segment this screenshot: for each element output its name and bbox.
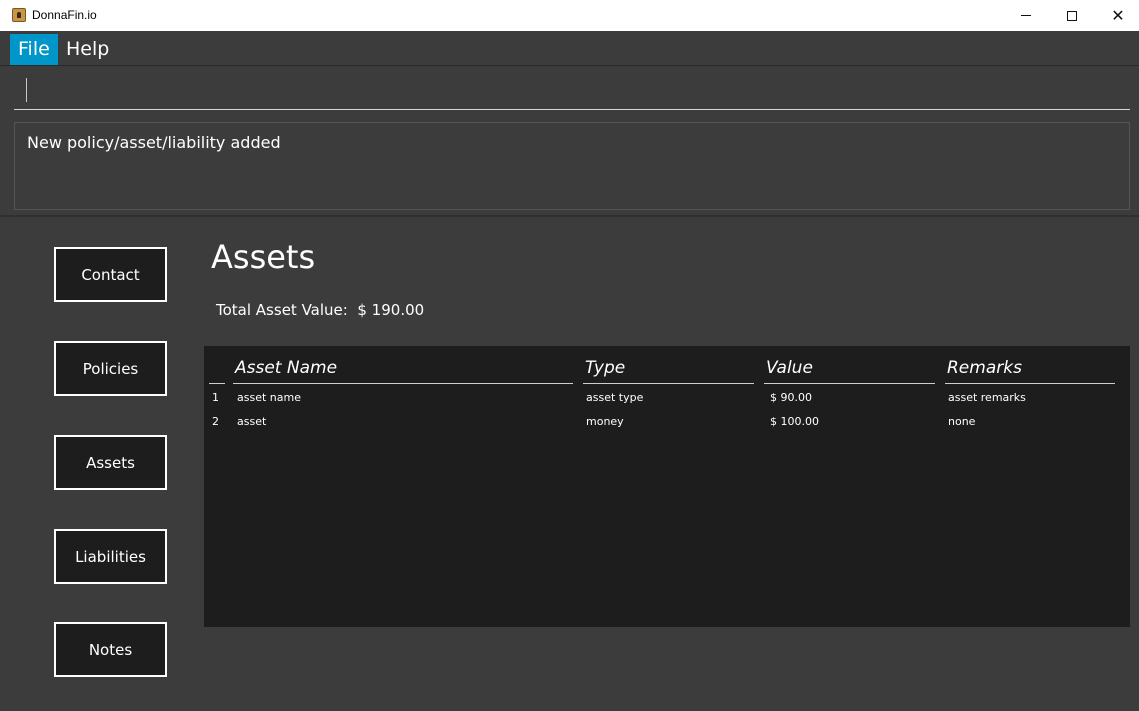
menu-bar: File Help: [0, 31, 1139, 66]
row-index: 2: [212, 415, 219, 428]
page-title: Assets: [211, 238, 316, 276]
minimize-button[interactable]: [1003, 0, 1049, 31]
menu-file[interactable]: File: [10, 34, 58, 65]
maximize-button[interactable]: [1049, 0, 1095, 31]
column-header-type[interactable]: Type: [583, 358, 754, 384]
table-row[interactable]: 2 asset money $ 100.00 none: [204, 410, 1130, 434]
cell-type: asset type: [586, 391, 644, 404]
cell-type: money: [586, 415, 624, 428]
cell-asset-name: asset name: [237, 391, 301, 404]
liabilities-button[interactable]: Liabilities: [54, 529, 167, 584]
assets-button[interactable]: Assets: [54, 435, 167, 490]
command-input[interactable]: [30, 76, 1120, 104]
row-index: 1: [212, 391, 219, 404]
result-message: New policy/asset/liability added: [27, 133, 281, 152]
text-caret: [26, 78, 27, 102]
close-icon: ✕: [1111, 5, 1125, 25]
cell-remarks: asset remarks: [948, 391, 1026, 404]
section-divider: [0, 215, 1139, 217]
policies-button[interactable]: Policies: [54, 341, 167, 396]
column-header-index: [209, 358, 225, 384]
command-box: [14, 70, 1130, 110]
cell-value: $ 100.00: [770, 415, 819, 428]
maximize-icon: [1067, 10, 1077, 21]
title-bar: DonnaFin.io ✕: [0, 0, 1139, 31]
window-title: DonnaFin.io: [32, 8, 97, 22]
close-button[interactable]: ✕: [1095, 0, 1139, 31]
total-asset-value: Total Asset Value: $ 190.00: [216, 301, 424, 319]
total-value: $ 190.00: [357, 301, 425, 319]
assets-table: Asset Name Type Value Remarks 1 asset na…: [204, 346, 1130, 627]
result-display: New policy/asset/liability added: [14, 122, 1130, 210]
cell-value: $ 90.00: [770, 391, 812, 404]
table-row[interactable]: 1 asset name asset type $ 90.00 asset re…: [204, 386, 1130, 410]
minimize-icon: [1021, 15, 1031, 16]
contact-button[interactable]: Contact: [54, 247, 167, 302]
column-header-asset-name[interactable]: Asset Name: [233, 358, 573, 384]
notes-button[interactable]: Notes: [54, 622, 167, 677]
menu-help[interactable]: Help: [58, 34, 117, 65]
total-label: Total Asset Value:: [216, 301, 348, 319]
app-icon: [12, 8, 26, 22]
cell-remarks: none: [948, 415, 976, 428]
column-header-value[interactable]: Value: [764, 358, 935, 384]
cell-asset-name: asset: [237, 415, 267, 428]
column-header-remarks[interactable]: Remarks: [945, 358, 1115, 384]
app-window: DonnaFin.io ✕ File Help New policy/asset…: [0, 0, 1139, 711]
